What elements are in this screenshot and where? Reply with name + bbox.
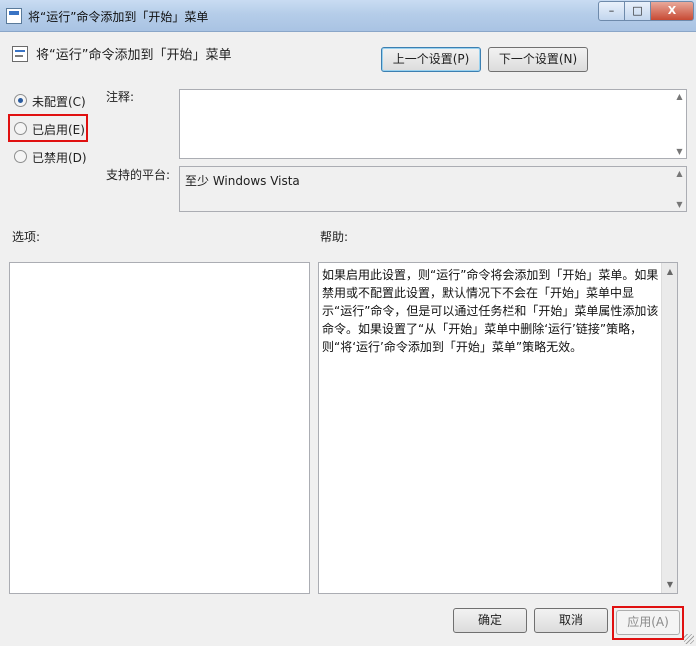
scroll-down-icon[interactable]: ▼ <box>673 147 686 156</box>
minimize-button[interactable]: – <box>598 1 625 21</box>
platform-label: 支持的平台: <box>106 168 171 182</box>
scroll-up-icon[interactable]: ▲ <box>673 169 686 178</box>
radio-label-disabled: 已禁用(D) <box>32 151 87 165</box>
cancel-button[interactable]: 取消 <box>534 608 608 633</box>
scroll-up-icon[interactable]: ▲ <box>662 267 678 276</box>
radio-button-disabled[interactable] <box>14 150 27 163</box>
comment-scrollbar[interactable]: ▲ ▼ <box>673 90 686 158</box>
window-title: 将“运行”命令添加到「开始」菜单 <box>28 10 209 24</box>
radio-label-not-configured: 未配置(C) <box>32 95 86 109</box>
platform-field: 至少 Windows Vista ▲ ▼ <box>179 166 687 212</box>
help-panel: 如果启用此设置，则“运行”命令将会添加到「开始」菜单。如果禁用或不配置此设置，默… <box>318 262 678 594</box>
scroll-down-icon[interactable]: ▼ <box>673 200 686 209</box>
options-panel <box>9 262 310 594</box>
resize-grip-icon[interactable] <box>684 634 694 644</box>
platform-scrollbar[interactable]: ▲ ▼ <box>673 167 686 211</box>
policy-window-icon <box>6 8 22 24</box>
help-scrollbar[interactable]: ▲ ▼ <box>661 263 677 593</box>
policy-icon <box>12 46 28 62</box>
comment-label: 注释: <box>106 90 135 104</box>
platform-value: 至少 Windows Vista <box>185 174 300 188</box>
previous-setting-button[interactable]: 上一个设置(P) <box>381 47 481 72</box>
enabled-highlight-box <box>8 114 88 142</box>
comment-field[interactable]: ▲ ▼ <box>179 89 687 159</box>
title-bar: 将“运行”命令添加到「开始」菜单 – □ X <box>0 0 696 32</box>
next-setting-button[interactable]: 下一个设置(N) <box>488 47 588 72</box>
maximize-button[interactable]: □ <box>624 1 651 21</box>
close-button[interactable]: X <box>650 1 694 21</box>
options-label: 选项: <box>12 230 41 244</box>
help-label: 帮助: <box>320 230 349 244</box>
apply-highlight-box <box>612 606 684 640</box>
radio-button-not-configured[interactable] <box>14 94 27 107</box>
scroll-up-icon[interactable]: ▲ <box>673 92 686 101</box>
help-text: 如果启用此设置，则“运行”命令将会添加到「开始」菜单。如果禁用或不配置此设置，默… <box>322 268 659 354</box>
policy-title: 将“运行”命令添加到「开始」菜单 <box>36 48 232 63</box>
scroll-down-icon[interactable]: ▼ <box>662 580 678 589</box>
ok-button[interactable]: 确定 <box>453 608 527 633</box>
